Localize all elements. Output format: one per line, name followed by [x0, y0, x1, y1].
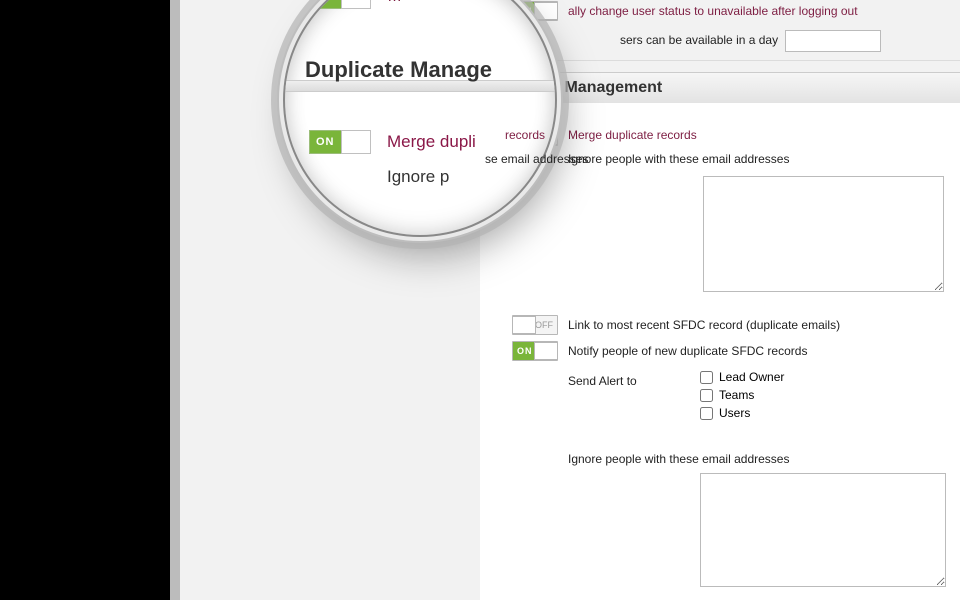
auto-status-label: ally change user status to unavailable a…	[568, 4, 858, 18]
alert-lead-owner-checkbox[interactable]	[700, 371, 713, 384]
toggle-knob	[512, 316, 536, 334]
max-hours-label: sers can be available in a day	[620, 30, 881, 52]
alert-lead-owner[interactable]: Lead Owner	[700, 370, 784, 384]
ignore-emails-2-label: Ignore people with these email addresses	[568, 452, 789, 466]
tail-records: records	[505, 128, 545, 142]
alert-users-checkbox[interactable]	[700, 407, 713, 420]
alert-teams[interactable]: Teams	[700, 388, 784, 402]
magnifier-content: … Duplicate Manage ON Merge dupli Ignore…	[285, 0, 555, 235]
merge-duplicates-label: Merge duplicate records	[568, 128, 697, 142]
notify-duplicates-toggle[interactable]: ON	[512, 341, 558, 361]
max-hours-text: sers can be available in a day	[620, 33, 778, 47]
magnifier-merge-label: Merge dupli	[387, 132, 476, 152]
alert-users[interactable]: Users	[700, 406, 784, 420]
magnifier-ignore-label: Ignore p	[387, 167, 449, 187]
alert-users-label: Users	[719, 406, 750, 420]
notify-duplicates-label: Notify people of new duplicate SFDC reco…	[568, 344, 807, 358]
magnifier-overlay: … Duplicate Manage ON Merge dupli Ignore…	[285, 0, 555, 235]
link-recent-sfdc-label: Link to most recent SFDC record (duplica…	[568, 318, 840, 332]
alert-teams-label: Teams	[719, 388, 754, 402]
ignore-emails-2-input[interactable]	[700, 473, 946, 587]
link-recent-sfdc-toggle[interactable]: OFF	[512, 315, 558, 335]
max-hours-input[interactable]	[785, 30, 881, 52]
alert-teams-checkbox[interactable]	[700, 389, 713, 402]
toggle-knob	[534, 342, 558, 360]
tail-emails: se email addresses	[485, 152, 588, 166]
alert-lead-owner-label: Lead Owner	[719, 370, 784, 384]
toggle-knob	[341, 130, 371, 154]
ignore-emails-1-label: Ignore people with these email addresses	[568, 152, 789, 166]
ignore-emails-1-input[interactable]	[703, 176, 944, 292]
magnifier-title: Duplicate Manage	[305, 57, 492, 83]
magnifier-top-text: …	[387, 0, 402, 5]
toggle-on-text: ON	[517, 342, 533, 360]
magnifier-merge-toggle: ON	[309, 130, 371, 154]
magnifier-toggle-text: ON	[316, 131, 335, 153]
toggle-off-text: OFF	[535, 316, 553, 334]
stage: ON ally change user status to unavailabl…	[0, 0, 960, 600]
toggle-knob	[341, 0, 371, 9]
magnifier-top-toggle	[309, 0, 371, 9]
send-alert-label: Send Alert to	[568, 374, 637, 388]
alert-options: Lead Owner Teams Users	[700, 370, 784, 424]
gutter	[170, 0, 180, 600]
